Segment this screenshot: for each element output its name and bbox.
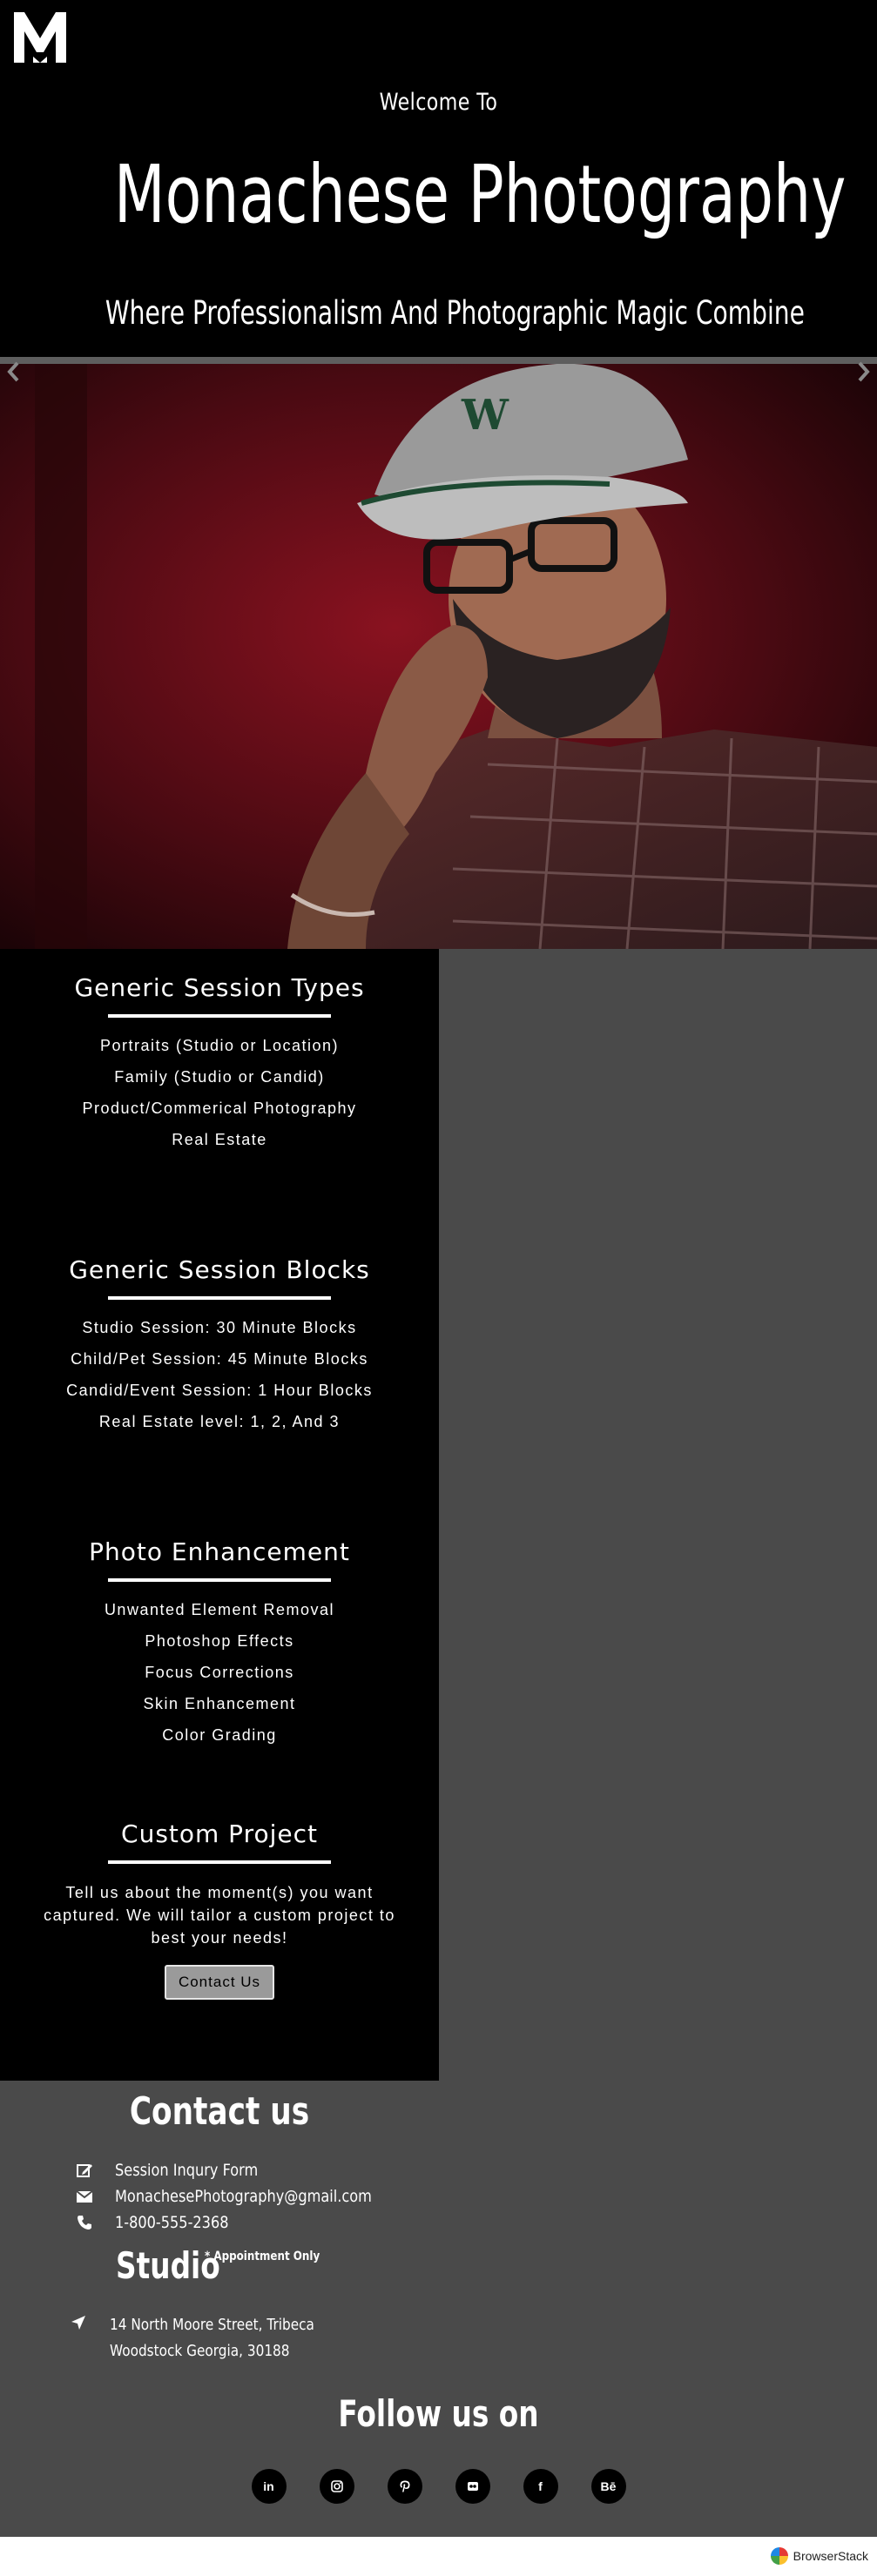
follow-title: Follow us on	[338, 2392, 539, 2435]
instagram-link[interactable]	[319, 2469, 354, 2504]
photo-enhancement-section: Photo Enhancement Unwanted Element Remov…	[0, 1537, 439, 1751]
title-divider	[108, 1860, 331, 1864]
edit-icon	[75, 2161, 94, 2180]
email-link[interactable]: MonachesePhotography@gmail.com	[75, 2185, 417, 2208]
session-types-list: Portraits (Studio or Location) Family (S…	[0, 1030, 439, 1155]
phone-icon	[75, 2213, 94, 2232]
phone-text: 1-800-555-2368	[115, 2213, 229, 2232]
list-item: Child/Pet Session: 45 Minute Blocks	[71, 1350, 368, 1368]
social-links: in f Bē	[0, 2469, 877, 2504]
chevron-right-icon	[858, 361, 870, 382]
session-blocks-section: Generic Session Blocks Studio Session: 3…	[0, 1255, 439, 1437]
behance-link[interactable]: Bē	[590, 2469, 626, 2504]
behance-icon: Bē	[600, 2479, 617, 2493]
svg-text:W: W	[461, 391, 509, 440]
custom-project-section: Custom Project Tell us about the moment(…	[0, 1819, 439, 2000]
linkedin-link[interactable]: in	[251, 2469, 287, 2504]
list-item: Studio Session: 30 Minute Blocks	[82, 1319, 357, 1336]
section-title: Generic Session Types	[74, 973, 365, 1002]
list-item: Unwanted Element Removal	[104, 1601, 335, 1618]
facebook-link[interactable]: f	[523, 2469, 558, 2504]
title-divider	[108, 1296, 331, 1300]
inquiry-form-label: Session Inqury Form	[115, 2161, 259, 2180]
page-title: Monachese Photography	[113, 148, 847, 241]
flickr-link[interactable]	[455, 2469, 490, 2504]
envelope-icon	[75, 2187, 94, 2206]
carousel-top-bar	[0, 357, 877, 364]
section-title: Custom Project	[121, 1819, 318, 1848]
list-item: Color Grading	[162, 1726, 277, 1744]
title-divider	[108, 1014, 331, 1018]
address-line-1: 14 North Moore Street, Tribeca	[110, 2316, 314, 2334]
flickr-icon	[467, 2482, 478, 2491]
portrait-photo: W	[0, 364, 877, 949]
custom-project-text: Tell us about the moment(s) you want cap…	[44, 1884, 395, 1947]
carousel-prev-button[interactable]	[3, 359, 24, 385]
section-title: Photo Enhancement	[89, 1537, 350, 1566]
hero-carousel: W	[0, 364, 877, 949]
list-item: Focus Corrections	[145, 1664, 294, 1681]
welcome-text: Welcome To	[379, 89, 498, 116]
browserstack-bar: BrowserStack	[0, 2537, 877, 2576]
list-item: Portraits (Studio or Location)	[99, 1037, 340, 1054]
services-column: Generic Session Types Portraits (Studio …	[0, 949, 439, 2081]
contact-us-button[interactable]: Contact Us	[164, 1965, 275, 2000]
studio-title: Studio	[116, 2244, 220, 2287]
list-item: Product/Commerical Photography	[82, 1100, 357, 1117]
session-blocks-list: Studio Session: 30 Minute Blocks Child/P…	[0, 1312, 439, 1437]
list-item: Skin Enhancement	[143, 1695, 296, 1712]
session-types-section: Generic Session Types Portraits (Studio …	[0, 973, 439, 1155]
site-header: Welcome To Monachese Photography Where P…	[0, 0, 877, 357]
pinterest-link[interactable]	[387, 2469, 422, 2504]
address-line-2: Woodstock Georgia, 30188	[110, 2342, 290, 2360]
location-arrow-icon	[70, 2314, 89, 2333]
studio-address: 14 North Moore Street, Tribeca Woodstock…	[70, 2312, 350, 2364]
list-item: Real Estate level: 1, 2, And 3	[98, 1413, 341, 1430]
photo-enhancement-list: Unwanted Element Removal Photoshop Effec…	[0, 1594, 439, 1751]
linkedin-icon: in	[263, 2479, 274, 2493]
section-title: Generic Session Blocks	[69, 1255, 370, 1284]
appointment-note: * Appointment Only	[205, 2250, 320, 2263]
facebook-icon: f	[538, 2479, 543, 2493]
contact-title: Contact us	[129, 2089, 310, 2134]
list-item: Real Estate	[172, 1131, 267, 1148]
pinterest-icon	[400, 2480, 409, 2492]
chevron-left-icon	[7, 361, 19, 382]
m-logo-icon[interactable]	[12, 9, 68, 64]
right-gray-panel	[439, 949, 877, 2081]
tagline: Where Professionalism And Photographic M…	[105, 294, 805, 332]
email-text: MonachesePhotography@gmail.com	[115, 2187, 372, 2206]
site-footer: Contact us Session Inqury Form Monachese…	[0, 2081, 877, 2537]
phone-link[interactable]: 1-800-555-2368	[75, 2211, 249, 2234]
browserstack-logo-icon	[770, 2547, 788, 2565]
title-divider	[108, 1578, 331, 1582]
list-item: Candid/Event Session: 1 Hour Blocks	[66, 1382, 373, 1399]
browserstack-label: BrowserStack	[793, 2549, 868, 2563]
instagram-icon	[330, 2480, 343, 2492]
carousel-next-button[interactable]	[853, 359, 874, 385]
list-item: Photoshop Effects	[145, 1632, 294, 1650]
studio-heading: Studio * Appointment Only	[116, 2244, 341, 2287]
browserstack-badge: BrowserStack	[770, 2547, 868, 2565]
inquiry-form-link[interactable]: Session Inqury Form	[75, 2159, 283, 2182]
list-item: Family (Studio or Candid)	[114, 1068, 325, 1086]
